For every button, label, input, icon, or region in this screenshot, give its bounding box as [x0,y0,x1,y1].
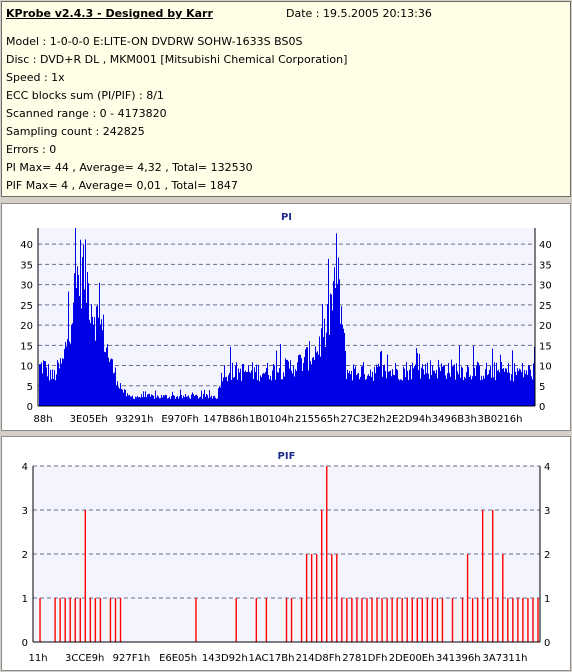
x-tick-label: 341396h [436,653,481,664]
y-tick-label-left: 30 [20,281,33,292]
pif-stats-line: PIF Max= 4 , Average= 0,01 , Total= 1847 [6,179,238,192]
disc-line: Disc : DVD+R DL , MKM001 [Mitsubishi Che… [6,53,348,66]
app-title: KProbe v2.4.3 - Designed by Karr [6,7,213,20]
x-tick-label: 3B0216h [477,414,522,425]
y-tick-label-left: 5 [27,382,33,393]
y-tick-label-right: 3 [544,506,550,517]
y-tick-label-left: 0 [27,402,33,413]
y-tick-label-right: 5 [539,382,545,393]
sampling-count-line: Sampling count : 242825 [6,125,145,138]
y-tick-label-left: 1 [22,594,28,605]
y-tick-label-right: 20 [539,321,552,332]
y-tick-label-left: 20 [20,321,33,332]
x-tick-label: 214D8Fh [296,653,341,664]
y-tick-label-left: 25 [20,301,33,312]
y-tick-label-left: 40 [20,240,33,251]
x-tick-label: 1AC17Bh [249,653,295,664]
x-tick-label: 3CCE9h [65,653,104,664]
y-tick-label-right: 2 [544,550,550,561]
y-tick-label-right: 4 [544,462,550,473]
y-tick-label-left: 4 [22,462,28,473]
x-tick-label: 2DE00Eh [389,653,435,664]
pi-stats-line: PI Max= 44 , Average= 4,32 , Total= 1325… [6,161,253,174]
y-tick-label-left: 15 [20,341,33,352]
y-tick-label-right: 15 [539,341,552,352]
y-tick-label-left: 3 [22,506,28,517]
x-tick-label: 88h [33,414,52,425]
x-tick-label: 143D92h [202,653,248,664]
y-tick-label-left: 0 [22,638,28,649]
errors-line: Errors : 0 [6,143,57,156]
scanned-range-line: Scanned range : 0 - 4173820 [6,107,167,120]
pi-chart: PI 0 0 5 5 10 10 15 15 20 20 25 25 30 30 35 35 40 40 88h 3E0… [20,212,552,425]
x-tick-label: 27C3E2h [340,414,385,425]
y-tick-label-right: 30 [539,281,552,292]
pi-chart-panel: PI 0 0 5 5 10 10 15 15 20 20 25 25 30 30 35 35 40 40 88h 3E0… [1,203,571,431]
y-tick-label-right: 25 [539,301,552,312]
chart-title: PI [281,212,292,223]
scan-date: Date : 19.5.2005 20:13:36 [286,7,432,20]
x-tick-label: E970Fh [161,414,199,425]
model-line: Model : 1-0-0-0 E:LITE-ON DVDRW SOHW-163… [6,35,303,48]
x-tick-label: 147B86h [203,414,248,425]
y-tick-label-right: 0 [544,638,550,649]
y-tick-label-left: 35 [20,260,33,271]
chart-title: PIF [278,451,296,462]
x-tick-label: 215565h [295,414,340,425]
y-tick-label-left: 2 [22,550,28,561]
x-tick-label: 2E2D94h [386,414,432,425]
y-tick-label-left: 10 [20,362,33,373]
y-tick-label-right: 40 [539,240,552,251]
x-tick-label: 3A7311h [483,653,528,664]
x-tick-label: 2781DFh [342,653,387,664]
x-tick-label: E6E05h [159,653,197,664]
x-tick-label: 3496B3h [432,414,477,425]
speed-line: Speed : 1x [6,71,65,84]
ecc-line: ECC blocks sum (PI/PIF) : 8/1 [6,89,164,102]
x-tick-label: 93291h [115,414,153,425]
x-tick-label: 3E05Eh [70,414,108,425]
pif-chart-panel: PIF 0 0 1 1 2 2 3 3 4 4 11h 3CCE9h 927F1h E6E05h 143D92… [1,436,571,671]
y-tick-label-right: 0 [539,402,545,413]
pif-chart: PIF 0 0 1 1 2 2 3 3 4 4 11h 3CCE9h 927F1h E6E05h 143D92… [22,451,551,664]
y-tick-label-right: 35 [539,260,552,271]
x-tick-label: 927F1h [113,653,151,664]
y-tick-label-right: 1 [544,594,550,605]
x-tick-label: 1B0104h [249,414,294,425]
x-tick-label: 11h [28,653,47,664]
disc-info-panel: KProbe v2.4.3 - Designed by Karr Date : … [1,1,571,197]
y-tick-label-right: 10 [539,362,552,373]
